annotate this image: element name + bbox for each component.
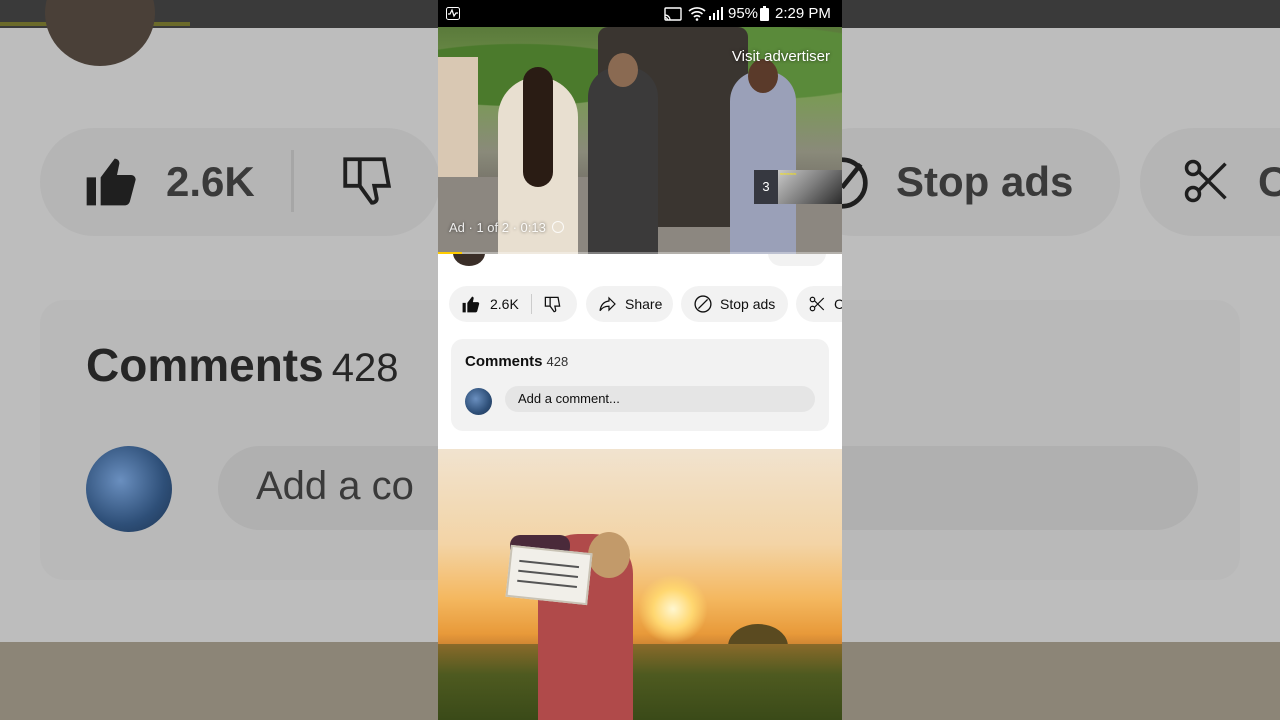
channel-row [438, 254, 842, 266]
channel-avatar[interactable] [453, 254, 485, 266]
comments-title: Comments 428 [465, 353, 568, 370]
action-bar: 2.6K Share Stop ads C [449, 286, 842, 322]
stop-ads-label: Stop ads [720, 296, 776, 312]
like-count[interactable]: 2.6K [490, 296, 519, 312]
battery-icon [760, 6, 769, 21]
comments-count: 428 [546, 354, 569, 369]
video-person-hair [523, 67, 553, 187]
phone-screen: 95% 2:29 PM Visit advertiser Ad · 1 of 2… [438, 0, 842, 720]
user-avatar [465, 388, 492, 415]
subscribe-button[interactable] [768, 254, 826, 266]
status-bar: 95% 2:29 PM [438, 0, 842, 27]
bg-thumbs-down-icon [343, 157, 392, 205]
activity-icon [446, 7, 460, 20]
info-icon[interactable] [551, 221, 564, 233]
video-player[interactable]: Visit advertiser Ad · 1 of 2 · 0:13 3 ≈≈… [438, 27, 842, 254]
bg-comments-count: 428 [331, 346, 399, 390]
bg-thumbs-up-icon [86, 158, 136, 206]
comments-card[interactable]: Comments 428 Add a comment... [451, 339, 829, 431]
scissors-icon [809, 296, 825, 312]
bg-user-avatar [86, 446, 172, 532]
video-person [588, 53, 658, 254]
visit-advertiser-link[interactable]: Visit advertiser [732, 48, 830, 65]
bg-add-comment: Add a co [256, 464, 414, 508]
signal-icon [709, 7, 723, 20]
ad-info-text: Ad · 1 of 2 · 0:13 [449, 220, 546, 235]
queue-count: 3 [754, 170, 778, 204]
bg-stop-ads-label: Stop ads [896, 158, 1074, 205]
comments-label: Comments [465, 353, 543, 370]
bg-scissors-icon [1184, 159, 1227, 203]
thumbs-up-icon[interactable] [461, 295, 480, 314]
thumbnail-text-scribble: ≈≈≈≈≈ [780, 172, 797, 178]
clock: 2:29 PM [775, 5, 831, 22]
bg-comments-label: Comments [86, 339, 324, 391]
video-person-head [608, 53, 638, 87]
battery-percent: 95% [728, 5, 759, 22]
cast-icon [664, 7, 682, 21]
add-comment-placeholder: Add a comment... [518, 391, 620, 406]
share-label: Share [625, 296, 663, 312]
like-divider [531, 294, 532, 314]
bg-like-count: 2.6K [166, 158, 255, 205]
preview-sun [638, 574, 708, 644]
preview-crate [505, 544, 593, 606]
preview-field [438, 644, 842, 720]
preview-farmer-head [588, 532, 630, 578]
next-video-preview[interactable] [438, 449, 842, 720]
crate-slat [518, 569, 579, 579]
clip-button[interactable]: C [796, 286, 842, 322]
crate-slat [519, 559, 580, 569]
like-dislike-pill: 2.6K [449, 286, 577, 322]
stop-ads-icon [694, 295, 712, 313]
clip-label: C [834, 296, 842, 312]
stop-ads-button[interactable]: Stop ads [681, 286, 788, 322]
thumbs-down-icon[interactable] [543, 295, 562, 314]
wifi-icon [688, 7, 706, 21]
share-icon [599, 296, 616, 312]
bg-divider [291, 150, 294, 212]
ad-info: Ad · 1 of 2 · 0:13 [449, 220, 564, 235]
share-button[interactable]: Share [586, 286, 673, 322]
add-comment-input[interactable]: Add a comment... [505, 386, 815, 412]
crate-slat [517, 579, 578, 588]
up-next-thumbnail[interactable]: ≈≈≈≈≈ [778, 170, 842, 204]
bg-clip-label: C [1258, 158, 1280, 205]
video-person [730, 59, 796, 254]
bg-comments-title: Comments 428 [86, 338, 398, 392]
bg-stop-ads-icon [842, 157, 868, 209]
